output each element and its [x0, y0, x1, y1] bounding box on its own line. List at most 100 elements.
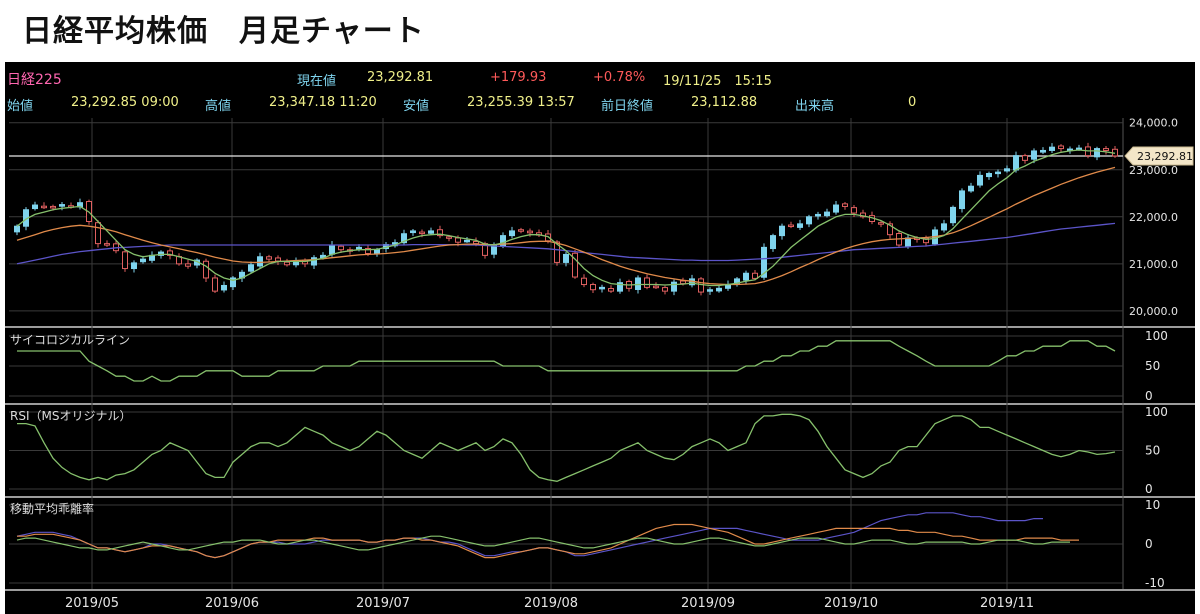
indicator-tick-label: 10: [1145, 498, 1160, 512]
candle-body: [221, 284, 227, 291]
candle: [950, 205, 956, 226]
page-title: 日経平均株価 月足チャート: [22, 14, 425, 49]
candle: [257, 252, 263, 269]
candle: [1049, 143, 1055, 154]
candle-body: [1004, 168, 1010, 172]
candle-body: [509, 230, 515, 237]
indicator-tick-label: 0: [1145, 537, 1153, 551]
candle-body: [662, 287, 668, 292]
candle-body: [122, 251, 128, 270]
candle: [32, 201, 38, 211]
axes: 2019/05 2019/06 2019/07 2019/08 2019/09 2019/…: [10, 117, 1194, 611]
candle-body: [1094, 148, 1100, 158]
candle: [1112, 145, 1118, 158]
candle: [788, 221, 794, 229]
candle-body: [95, 222, 101, 245]
candle-body: [950, 206, 956, 224]
candle-body: [644, 277, 650, 288]
candle-body: [707, 289, 713, 292]
candle-body: [140, 258, 146, 263]
candle-body: [563, 253, 569, 263]
price-tag-label: 23,292.81: [1137, 150, 1193, 163]
deviation-mid-line: [17, 523, 1079, 559]
candle: [1094, 146, 1100, 161]
candle-body: [581, 277, 587, 286]
x-tick-label: 2019/10: [824, 596, 878, 611]
candle-body: [275, 257, 281, 262]
candle-body: [878, 222, 884, 225]
candle-body: [995, 171, 1001, 175]
candle: [770, 233, 776, 252]
candle: [815, 211, 821, 220]
candle-body: [788, 224, 794, 228]
candle-body: [743, 272, 749, 281]
current-price-tag: 23,292.81: [1124, 146, 1194, 166]
candle: [122, 249, 128, 272]
candle: [230, 276, 236, 290]
indicator-tick-label: 50: [1145, 444, 1160, 458]
rsi-line: [17, 413, 1116, 482]
x-tick-label: 2019/07: [356, 596, 410, 611]
ma-deviation-pane: [16, 512, 1079, 559]
candle-body: [698, 278, 704, 293]
x-tick-label: 2019/06: [205, 596, 259, 611]
price-pane: [9, 142, 1123, 296]
candle-body: [752, 272, 758, 279]
candle: [221, 281, 227, 293]
candle-body: [833, 204, 839, 213]
candle-body: [41, 205, 47, 209]
candle: [536, 229, 542, 238]
candle: [1103, 145, 1109, 155]
candle: [104, 240, 110, 247]
candle-body: [806, 216, 812, 225]
change-value: +179.93: [490, 70, 547, 85]
candle: [716, 285, 722, 293]
indicator-tick-label: 100: [1145, 405, 1168, 419]
low-label: 安値: [403, 99, 430, 114]
candle: [833, 201, 839, 215]
candle: [797, 219, 803, 230]
rsi-pane: [17, 413, 1116, 482]
current-value: 23,292.81: [367, 70, 434, 85]
candle: [518, 227, 524, 234]
candle: [212, 274, 218, 294]
ma-deviation-title: 移動平均乖離率: [10, 501, 94, 516]
change-pct: +0.78%: [593, 70, 646, 85]
datetime: 19/11/25 15:15: [663, 74, 772, 89]
candle: [698, 277, 704, 296]
indicator-tick-label: 50: [1145, 359, 1160, 373]
candle-body: [104, 243, 110, 246]
candle-body: [1031, 150, 1037, 160]
candle-body: [14, 225, 20, 233]
candle-body: [851, 207, 857, 214]
candle-body: [959, 190, 965, 210]
candle: [176, 253, 182, 266]
candle: [599, 284, 605, 293]
candle: [617, 278, 623, 294]
open-value: 23,292.85 09:00: [71, 95, 179, 110]
y-tick-label: 22,000.0: [1129, 211, 1178, 224]
candle-body: [266, 256, 272, 260]
grid: [5, 118, 1195, 591]
open-label: 始値: [7, 99, 34, 114]
candle: [293, 257, 299, 268]
indicator-tick-label: 0: [1145, 389, 1153, 403]
candle: [824, 208, 830, 218]
candle-body: [518, 229, 524, 232]
candle-body: [473, 240, 479, 245]
y-tick-label: 20,000.0: [1129, 305, 1178, 318]
candle-body: [284, 261, 290, 266]
candle-body: [428, 230, 434, 234]
candle: [203, 258, 209, 282]
y-tick-label: 24,000.0: [1129, 117, 1178, 130]
high-label: 高値: [205, 99, 232, 114]
rsi-title: RSI（MSオリジナル）: [10, 409, 131, 423]
candle-body: [212, 277, 218, 292]
candle-body: [824, 211, 830, 217]
chart-panel: 2019/05 2019/06 2019/07 2019/08 2019/09 2019/…: [5, 62, 1195, 614]
candle: [653, 282, 659, 290]
candle-body: [797, 223, 803, 228]
candle: [1040, 147, 1046, 154]
candle-body: [185, 263, 191, 267]
candle-body: [986, 173, 992, 178]
